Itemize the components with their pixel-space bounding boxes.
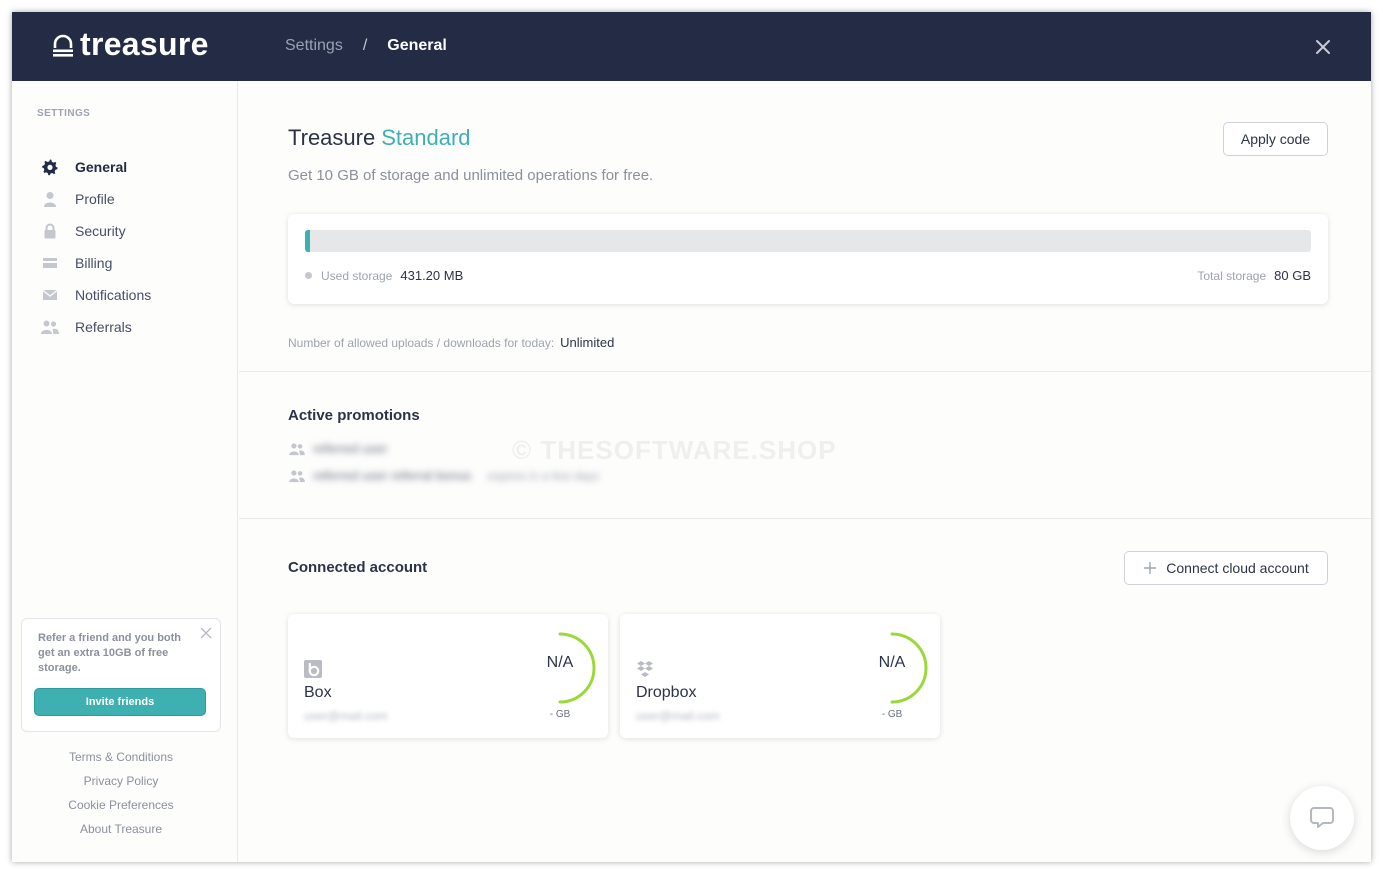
logo-icon (52, 31, 74, 59)
promotion-text: referred user referral bonus (313, 468, 472, 483)
sidebar-heading: SETTINGS (37, 108, 91, 119)
legend-dot (305, 272, 312, 279)
mail-icon (40, 285, 60, 305)
total-storage-label: Total storage (1197, 268, 1267, 283)
total-storage-row: Total storage 80 GB (1197, 268, 1311, 283)
plan-title: Treasure Standard (288, 125, 471, 151)
users-icon (289, 469, 305, 482)
plus-icon (1144, 562, 1157, 574)
chat-bubble-icon (1310, 807, 1334, 828)
logo[interactable]: treasure (52, 26, 209, 63)
lock-icon (40, 221, 60, 241)
card-icon (40, 253, 60, 273)
dropbox-icon (637, 661, 653, 677)
logo-text: treasure (80, 26, 209, 62)
box-icon (304, 660, 322, 678)
uploads-value: Unlimited (560, 335, 615, 350)
referral-card: Refer a friend and you both get an extra… (21, 618, 221, 732)
sidebar-item-notifications[interactable]: Notifications (40, 279, 151, 311)
referral-close-button[interactable] (200, 626, 212, 639)
terms-link[interactable]: Terms & Conditions (12, 749, 230, 773)
referral-text: Refer a friend and you both get an extra… (38, 632, 182, 674)
account-usage: N/A (546, 654, 574, 671)
storage-progress-fill (305, 230, 311, 252)
privacy-link[interactable]: Privacy Policy (12, 773, 230, 797)
users-icon (40, 317, 60, 337)
section-divider (239, 371, 1371, 372)
user-icon (40, 189, 60, 209)
plan-tier: Standard (381, 125, 471, 150)
promotion-detail: expires in a few days (487, 468, 600, 483)
plan-subtitle: Get 10 GB of storage and unlimited opera… (288, 167, 654, 184)
connect-cloud-account-button[interactable]: Connect cloud account (1124, 551, 1328, 585)
section-divider (239, 518, 1371, 519)
top-bar: treasure Settings / General (12, 12, 1371, 81)
sidebar-item-label: Billing (75, 255, 113, 271)
used-storage-row: Used storage 431.20 MB (305, 268, 463, 283)
used-storage-label: Used storage (321, 268, 393, 283)
chat-support-button[interactable] (1290, 786, 1354, 850)
main-content: Treasure Standard Get 10 GB of storage an… (239, 81, 1371, 862)
breadcrumb-separator: / (362, 37, 368, 54)
uploads-label: Number of allowed uploads / downloads fo… (288, 335, 555, 350)
sidebar-item-general[interactable]: General (40, 151, 151, 183)
sidebar-item-label: General (75, 159, 128, 175)
account-name: Box (304, 684, 332, 701)
sidebar-item-label: Referrals (75, 319, 132, 335)
breadcrumb: Settings / General (285, 37, 447, 55)
breadcrumb-settings[interactable]: Settings (285, 37, 343, 55)
account-card-dropbox[interactable]: Dropbox user@mail.com N/A - GB (620, 614, 940, 738)
account-email: user@mail.com (304, 709, 388, 723)
sidebar-item-label: Profile (75, 191, 115, 207)
sidebar-item-referrals[interactable]: Referrals (40, 311, 151, 343)
uploads-row: Number of allowed uploads / downloads fo… (288, 335, 614, 350)
watermark: © THESOFTWARE.SHOP (512, 435, 837, 465)
invite-friends-button[interactable]: Invite friends (34, 688, 206, 716)
connected-account-title: Connected account (288, 559, 428, 576)
promotions-title: Active promotions (288, 407, 420, 424)
close-button[interactable] (1312, 36, 1334, 58)
users-icon (289, 442, 305, 455)
footer-links: Terms & Conditions Privacy Policy Cookie… (12, 749, 230, 845)
gear-icon (40, 157, 60, 177)
account-name: Dropbox (636, 684, 697, 701)
connect-cloud-account-label: Connect cloud account (1166, 560, 1309, 576)
storage-progress-bar (305, 230, 1311, 252)
breadcrumb-current: General (387, 37, 447, 54)
sidebar-item-label: Notifications (75, 287, 152, 303)
account-usage-unit: - GB (881, 709, 903, 720)
account-card-box[interactable]: Box user@mail.com N/A - GB (288, 614, 608, 738)
used-storage-value: 431.20 MB (400, 268, 464, 283)
sidebar-item-billing[interactable]: Billing (40, 247, 151, 279)
account-email: user@mail.com (636, 709, 720, 723)
sidebar-item-security[interactable]: Security (40, 215, 151, 247)
close-icon (200, 627, 212, 639)
sidebar-item-label: Security (75, 223, 126, 239)
sidebar-item-profile[interactable]: Profile (40, 183, 151, 215)
plan-name: Treasure (288, 125, 376, 150)
about-link[interactable]: About Treasure (12, 821, 230, 845)
sidebar: SETTINGS General Profile Security Billin… (12, 81, 238, 862)
cookie-preferences-link[interactable]: Cookie Preferences (12, 797, 230, 821)
promotion-text: referred user (313, 441, 388, 456)
account-usage: N/A (878, 654, 906, 671)
promotion-item: referred user referral bonus expires in … (288, 468, 599, 483)
sidebar-nav: General Profile Security Billing Notific… (40, 151, 151, 343)
apply-code-button[interactable]: Apply code (1223, 122, 1328, 156)
account-usage-unit: - GB (549, 709, 571, 720)
total-storage-value: 80 GB (1274, 268, 1311, 283)
storage-card: Used storage 431.20 MB Total storage 80 … (288, 214, 1328, 304)
close-icon (1316, 40, 1330, 54)
settings-window: treasure Settings / General SETTINGS Gen… (12, 12, 1371, 862)
promotion-item: referred user (288, 441, 387, 456)
